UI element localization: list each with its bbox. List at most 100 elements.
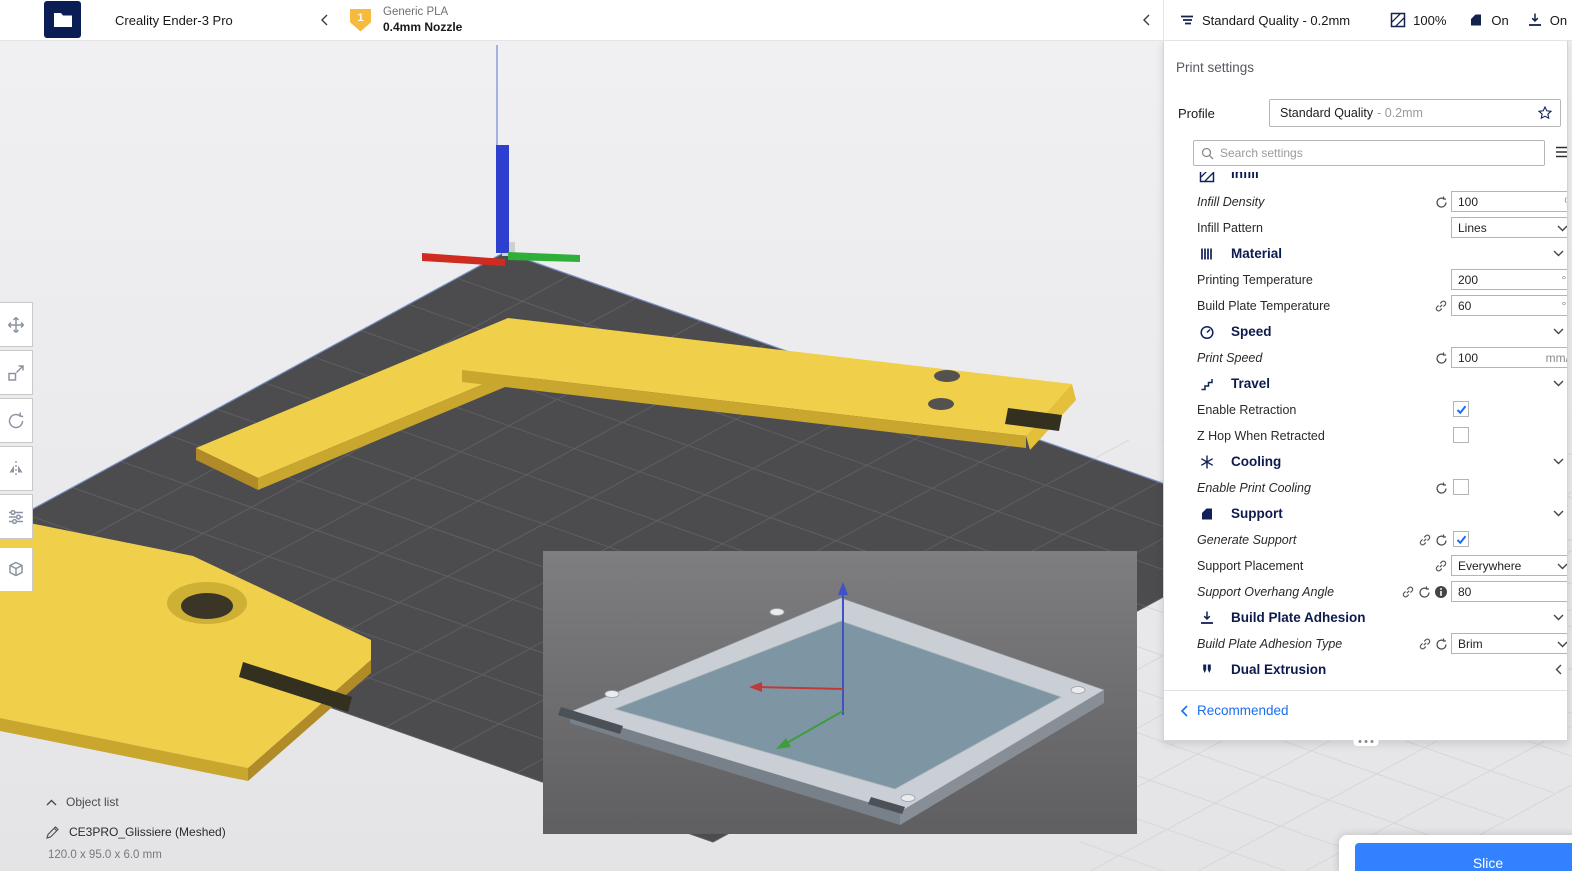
setting-label: Support Placement (1197, 559, 1304, 573)
setting-row-support-placement[interactable]: Support Placement Everywhere (1164, 553, 1567, 579)
setting-row-icons (1386, 636, 1448, 652)
action-panel: Slice (1339, 835, 1572, 871)
revert-icon[interactable] (1435, 352, 1448, 365)
search-icon (1201, 147, 1214, 160)
setting-dropdown[interactable]: Brim (1451, 633, 1567, 654)
setting-row-printing-temperature[interactable]: Printing Temperature 200°C (1164, 267, 1567, 293)
object-list-toggle[interactable]: Object list (46, 795, 226, 809)
setting-label: Printing Temperature (1197, 273, 1313, 287)
setting-checkbox[interactable] (1453, 531, 1469, 547)
setting-checkbox[interactable] (1453, 427, 1469, 443)
category-label: Support (1231, 506, 1283, 521)
setting-dropdown[interactable]: Lines (1451, 217, 1567, 238)
category-row-material[interactable]: Material (1164, 241, 1567, 267)
support-blocker-button[interactable] (0, 547, 33, 592)
chevron-down-icon (1553, 380, 1564, 387)
category-label: Material (1231, 246, 1283, 261)
panel-resize-handle[interactable] (1353, 737, 1378, 746)
revert-icon[interactable] (1435, 534, 1448, 547)
setting-label: Enable Print Cooling (1197, 481, 1311, 495)
setting-row-infill-pattern[interactable]: Infill Pattern Lines (1164, 215, 1567, 241)
mirror-tool-button[interactable] (0, 446, 33, 491)
setting-label: Print Speed (1197, 351, 1263, 365)
setting-value-field[interactable]: 100% (1451, 191, 1567, 212)
dual-category-icon (1199, 662, 1215, 678)
nozzle-size: 0.4mm Nozzle (383, 19, 463, 34)
rotate-tool-button[interactable] (0, 398, 33, 443)
category-label: Travel (1231, 376, 1271, 391)
category-row-infill[interactable]: Infill (1164, 172, 1567, 189)
setting-label: Enable Retraction (1197, 403, 1297, 417)
category-row-adhesion[interactable]: Build Plate Adhesion (1164, 605, 1567, 631)
setting-dropdown[interactable]: Everywhere (1451, 555, 1567, 576)
info-icon[interactable] (1434, 585, 1448, 599)
category-row-dual[interactable]: Dual Extrusion (1164, 657, 1567, 683)
chevron-left-icon (1142, 14, 1150, 26)
printer-selector[interactable]: Creality Ender-3 Pro (96, 0, 342, 40)
top-bar: Creality Ender-3 Pro 1 Generic PLA 0.4mm… (0, 0, 1572, 41)
profile-dropdown[interactable]: Standard Quality - 0.2mm (1269, 99, 1561, 127)
rotate-icon (6, 411, 26, 431)
left-toolbar (0, 302, 35, 595)
per-model-settings-button[interactable] (0, 494, 33, 539)
setting-row-enable-retraction[interactable]: Enable Retraction (1164, 397, 1567, 423)
category-row-travel[interactable]: Travel (1164, 371, 1567, 397)
extruder-badge: 1 (350, 8, 371, 32)
chevron-down-icon (1557, 563, 1567, 570)
setting-value-field[interactable]: 60°C (1451, 295, 1567, 316)
x-axis (422, 253, 505, 266)
revert-icon[interactable] (1435, 638, 1448, 651)
setting-value-field[interactable]: 80° (1451, 581, 1567, 602)
infill-icon (1390, 12, 1406, 28)
category-label: Speed (1231, 324, 1272, 339)
setting-row-icons (1386, 584, 1448, 600)
origin-axes (422, 45, 580, 266)
category-row-speed[interactable]: Speed (1164, 319, 1567, 345)
revert-icon[interactable] (1435, 196, 1448, 209)
scale-tool-button[interactable] (0, 350, 33, 395)
move-tool-button[interactable] (0, 302, 33, 347)
open-file-button[interactable] (44, 1, 81, 38)
setting-checkbox[interactable] (1453, 479, 1469, 495)
chevron-left-icon (320, 14, 328, 26)
object-list-item[interactable]: CE3PRO_Glissiere (Meshed) (46, 825, 226, 839)
material-selector[interactable]: 1 Generic PLA 0.4mm Nozzle (350, 0, 462, 40)
setting-row-enable-print-cooling[interactable]: Enable Print Cooling (1164, 475, 1567, 501)
setting-row-z-hop-when-retracted[interactable]: Z Hop When Retracted (1164, 423, 1567, 449)
search-settings-input[interactable]: Search settings (1193, 140, 1545, 166)
recommended-button[interactable]: Recommended (1180, 703, 1289, 718)
chevron-down-icon (1553, 614, 1564, 621)
support-blocker-icon (6, 560, 26, 580)
revert-icon[interactable] (1418, 586, 1431, 599)
setting-row-generate-support[interactable]: Generate Support (1164, 527, 1567, 553)
link-icon[interactable] (1418, 637, 1432, 651)
setting-label: Infill Density (1197, 195, 1265, 209)
category-label: Infill (1231, 172, 1259, 181)
travel-category-icon (1199, 376, 1215, 392)
print-settings-summary[interactable]: Standard Quality - 0.2mm 100% On On (1163, 0, 1572, 40)
settings-menu-icon[interactable] (1555, 146, 1567, 158)
link-icon[interactable] (1434, 559, 1448, 573)
setting-checkbox[interactable] (1453, 401, 1469, 417)
object-list-label: Object list (66, 795, 119, 809)
panel-collapse-button[interactable] (1130, 0, 1162, 40)
category-label: Build Plate Adhesion (1231, 610, 1366, 625)
revert-icon[interactable] (1435, 482, 1448, 495)
star-icon (1538, 106, 1552, 120)
settings-list: Infill Infill Density 100% Infill Pattern Li… (1164, 172, 1567, 684)
object-name: CE3PRO_Glissiere (Meshed) (69, 825, 226, 839)
category-row-cooling[interactable]: Cooling (1164, 449, 1567, 475)
setting-row-print-speed[interactable]: Print Speed 100mm/s (1164, 345, 1567, 371)
slice-button[interactable]: Slice (1355, 843, 1572, 871)
link-icon[interactable] (1401, 585, 1415, 599)
setting-value-field[interactable]: 200°C (1451, 269, 1567, 290)
setting-value-field[interactable]: 100mm/s (1451, 347, 1567, 368)
setting-label: Support Overhang Angle (1197, 585, 1335, 599)
setting-row-infill-density[interactable]: Infill Density 100% (1164, 189, 1567, 215)
setting-row-build-plate-adhesion-type[interactable]: Build Plate Adhesion Type Brim (1164, 631, 1567, 657)
setting-row-build-plate-temperature[interactable]: Build Plate Temperature 60°C (1164, 293, 1567, 319)
setting-row-support-overhang-angle[interactable]: Support Overhang Angle 80° (1164, 579, 1567, 605)
category-row-support[interactable]: Support (1164, 501, 1567, 527)
link-icon[interactable] (1434, 299, 1448, 313)
link-icon[interactable] (1418, 533, 1432, 547)
